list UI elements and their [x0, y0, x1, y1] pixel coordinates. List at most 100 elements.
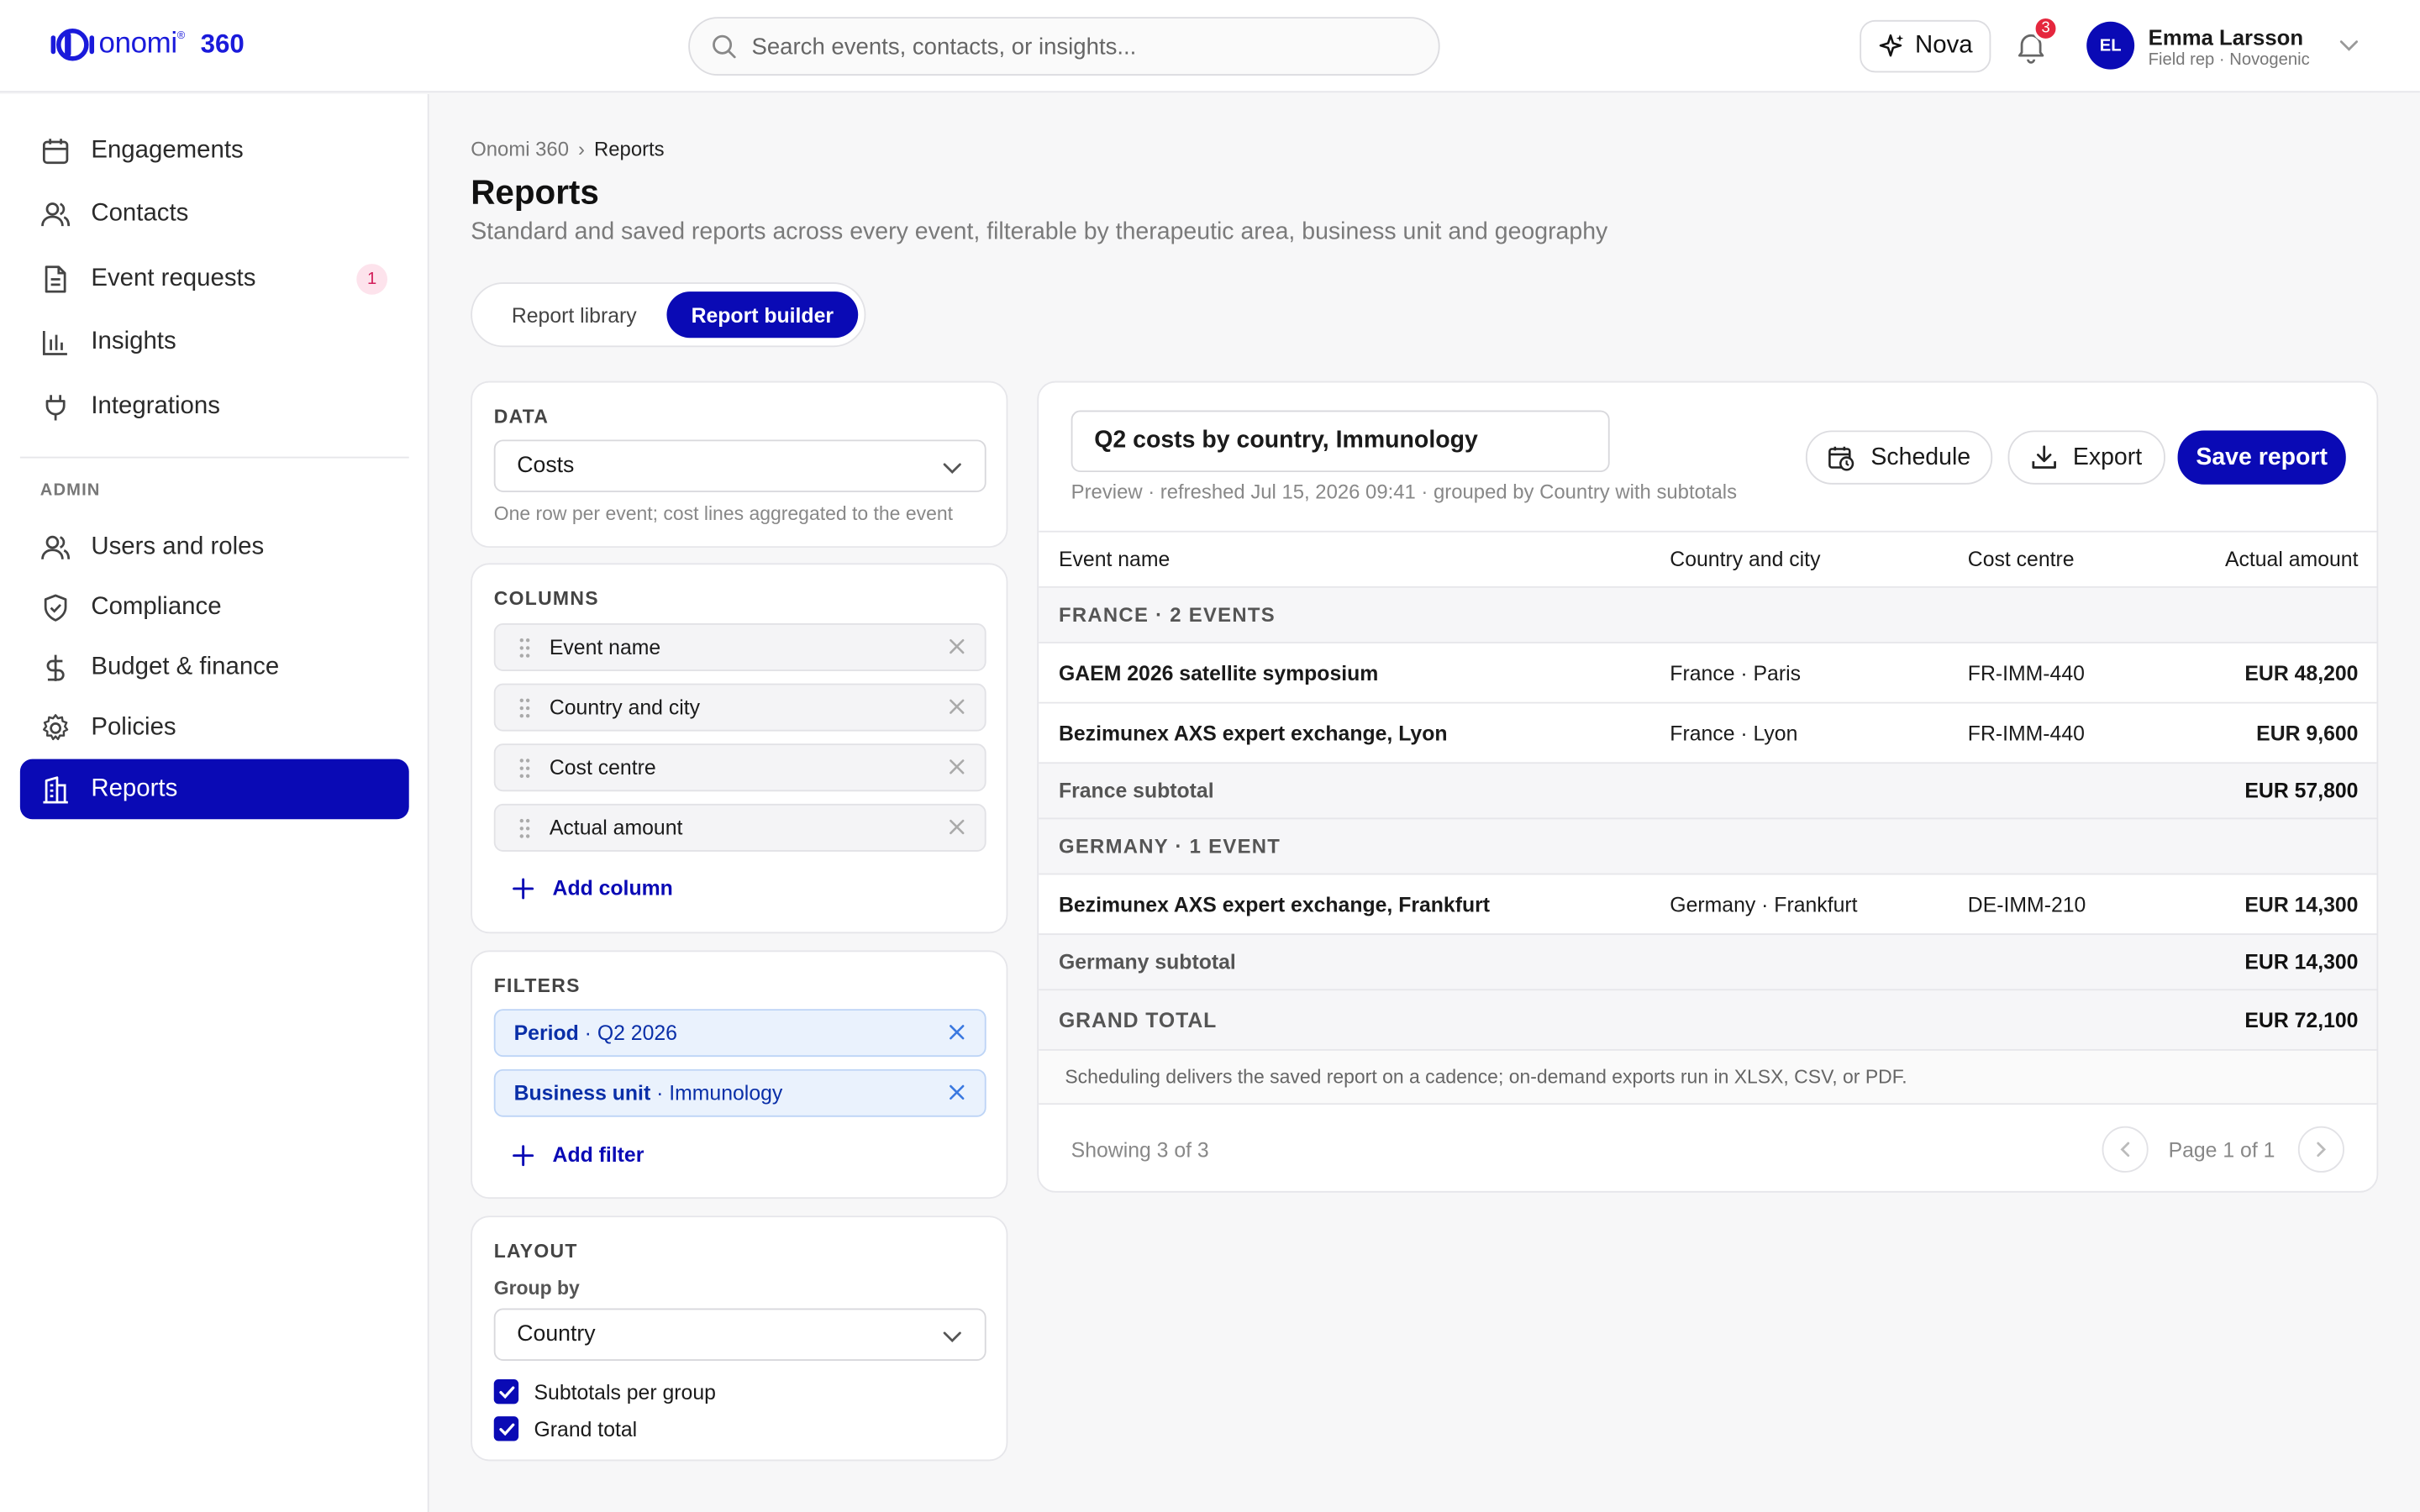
cell-country-city: France · Paris	[1670, 661, 1802, 685]
column-header-country-city[interactable]: Country and city	[1670, 533, 1820, 586]
cell-country-city: France · Lyon	[1670, 721, 1798, 745]
column-header-event-name[interactable]: Event name	[1059, 533, 1170, 586]
scheduling-note: Scheduling delivers the saved report on …	[1039, 1048, 2377, 1105]
users-icon	[40, 532, 71, 563]
sidebar: Engagements Contacts Event requests 1 In…	[0, 94, 429, 1512]
report-title-input[interactable]	[1071, 410, 1610, 473]
table-row[interactable]: GAEM 2026 satellite symposium France · P…	[1039, 642, 2377, 702]
column-chip-event-name[interactable]: Event name	[493, 623, 986, 671]
close-icon[interactable]	[948, 697, 966, 716]
column-chip-label: Event name	[549, 635, 661, 659]
sidebar-item-label: Reports	[91, 774, 178, 802]
subtotals-checkbox-row[interactable]: Subtotals per group	[493, 1379, 716, 1404]
save-report-button[interactable]: Save report	[2177, 430, 2346, 485]
filter-separator: ·	[578, 1021, 597, 1045]
data-source-select[interactable]: Costs	[493, 439, 986, 492]
subtotal-label: France subtotal	[1058, 779, 1214, 803]
chevron-down-icon	[943, 1331, 961, 1343]
export-button[interactable]: Export	[2007, 430, 2165, 485]
column-chip-label: Actual amount	[549, 816, 683, 840]
column-chip-country-city[interactable]: Country and city	[493, 683, 986, 732]
data-card: DATA Costs One row per event; cost lines…	[471, 381, 1008, 549]
cell-cost-centre: DE-IMM-210	[1967, 892, 2086, 916]
filter-chip-business-unit[interactable]: Business unit · Immunology	[493, 1068, 986, 1117]
cell-event-name: GAEM 2026 satellite symposium	[1058, 661, 1379, 685]
sidebar-item-compliance[interactable]: Compliance	[20, 577, 409, 638]
group-by-select[interactable]: Country	[493, 1308, 986, 1361]
close-icon[interactable]	[948, 817, 966, 836]
group-label: FRANCE · 2 EVENTS	[1058, 603, 1276, 627]
prev-page-button[interactable]	[2102, 1126, 2149, 1173]
dollar-icon	[40, 652, 71, 683]
subtotals-checkbox[interactable]	[493, 1379, 519, 1404]
close-icon[interactable]	[948, 1023, 966, 1042]
row-count: Showing 3 of 3	[1071, 1138, 1209, 1163]
filter-chip-period[interactable]: Period · Q2 2026	[493, 1009, 986, 1058]
column-chip-label: Cost centre	[549, 755, 656, 780]
sidebar-item-label: Policies	[91, 713, 176, 740]
page-indicator: Page 1 of 1	[2168, 1138, 2275, 1163]
plus-icon	[513, 1144, 534, 1166]
check-icon	[498, 1422, 514, 1436]
sidebar-item-integrations[interactable]: Integrations	[20, 376, 409, 437]
notification-badge: 3	[2032, 15, 2060, 42]
drag-handle-icon[interactable]	[517, 697, 532, 719]
users-icon	[40, 198, 71, 229]
sidebar-item-label: Contacts	[91, 199, 189, 227]
cell-country-city: Germany · Frankfurt	[1670, 892, 1858, 916]
grand-total-checkbox-row[interactable]: Grand total	[493, 1416, 637, 1441]
cell-actual-amount: EUR 9,600	[2256, 721, 2359, 745]
table-row[interactable]: Bezimunex AXS expert exchange, Lyon Fran…	[1039, 701, 2377, 763]
column-header-cost-centre[interactable]: Cost centre	[1968, 533, 2075, 586]
sidebar-item-reports[interactable]: Reports	[19, 759, 409, 820]
drag-handle-icon[interactable]	[517, 758, 532, 780]
drag-handle-icon[interactable]	[517, 817, 532, 839]
add-column-button[interactable]: Add column	[513, 876, 673, 900]
search-input[interactable]	[751, 33, 1370, 60]
column-chip-cost-centre[interactable]: Cost centre	[493, 743, 986, 792]
column-header-actual-amount[interactable]: Actual amount	[2225, 533, 2359, 586]
report-tabs: Report library Report builder	[471, 282, 866, 348]
schedule-label: Schedule	[1870, 444, 1971, 470]
global-search[interactable]	[688, 17, 1440, 76]
sidebar-item-contacts[interactable]: Contacts	[20, 184, 409, 244]
close-icon[interactable]	[948, 1083, 966, 1101]
close-icon[interactable]	[948, 638, 966, 656]
data-section-label: DATA	[493, 406, 550, 428]
add-filter-button[interactable]: Add filter	[513, 1143, 644, 1167]
avatar[interactable]: EL	[2086, 21, 2135, 70]
top-header: onomi ® 360 Nova 3 EL Emma Larsson Field…	[0, 0, 2420, 93]
breadcrumb-separator: ›	[578, 137, 585, 161]
grand-total-checkbox[interactable]	[493, 1416, 519, 1441]
sidebar-item-users-and-roles[interactable]: Users and roles	[20, 517, 409, 577]
column-chip-actual-amount[interactable]: Actual amount	[493, 803, 986, 852]
bar-chart-icon	[40, 326, 71, 357]
drag-handle-icon[interactable]	[517, 638, 532, 659]
sidebar-item-policies[interactable]: Policies	[20, 697, 409, 758]
tab-report-builder[interactable]: Report builder	[666, 291, 859, 339]
calendar-clock-icon	[1828, 445, 1854, 470]
search-icon	[713, 34, 736, 59]
breadcrumb: Onomi 360 › Reports	[471, 137, 664, 160]
group-by-value: Country	[517, 1322, 596, 1347]
next-page-button[interactable]	[2297, 1126, 2344, 1173]
user-name[interactable]: Emma Larsson	[2149, 24, 2303, 49]
chevron-down-icon[interactable]	[2338, 34, 2360, 55]
sidebar-item-budget-finance[interactable]: Budget & finance	[20, 638, 409, 698]
filters-card: FILTERS Period · Q2 2026 Business unit ·…	[471, 950, 1008, 1200]
tab-report-library[interactable]: Report library	[485, 291, 664, 338]
columns-card: COLUMNS Event name Country and city Cost…	[471, 563, 1008, 934]
sidebar-item-engagements[interactable]: Engagements	[20, 120, 409, 181]
add-column-label: Add column	[552, 876, 673, 900]
onomi-logo[interactable]: onomi ® 360	[50, 26, 245, 63]
cell-cost-centre: FR-IMM-440	[1967, 721, 2085, 745]
nova-button[interactable]: Nova	[1860, 19, 1991, 73]
logo-mark-icon	[50, 28, 95, 61]
grand-total-label: GRAND TOTAL	[1058, 1008, 1218, 1032]
table-row[interactable]: Bezimunex AXS expert exchange, Frankfurt…	[1039, 873, 2377, 934]
schedule-button[interactable]: Schedule	[1805, 430, 1993, 485]
sidebar-item-insights[interactable]: Insights	[20, 312, 409, 372]
sidebar-item-event-requests[interactable]: Event requests 1	[20, 249, 409, 309]
close-icon[interactable]	[948, 758, 966, 776]
breadcrumb-root[interactable]: Onomi 360	[471, 137, 569, 160]
